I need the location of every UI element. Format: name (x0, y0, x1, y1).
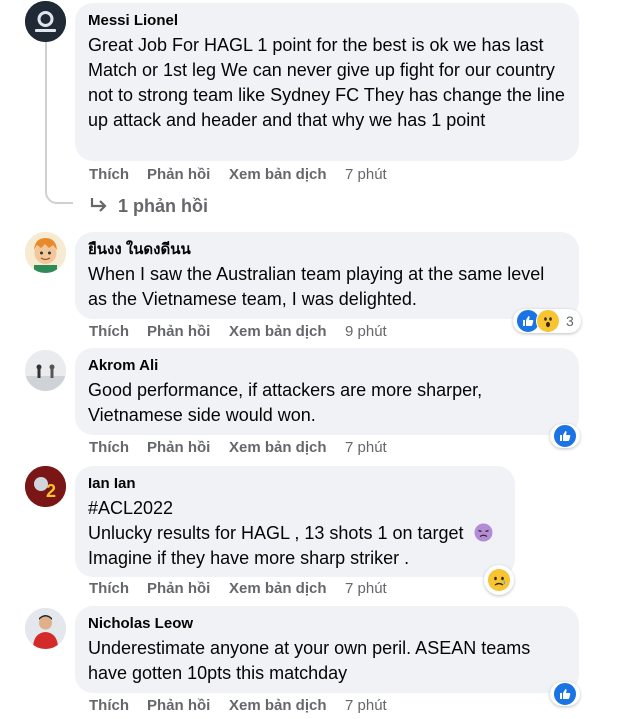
translate-link[interactable]: Xem bản dịch (229, 166, 327, 183)
avatar[interactable] (25, 350, 66, 391)
avatar[interactable] (25, 232, 66, 273)
reaction-summary[interactable] (484, 565, 514, 595)
comment-text-line: Imagine if they have more sharp striker … (88, 548, 410, 568)
like-reaction-icon (553, 682, 577, 706)
tired-emoji-icon (474, 523, 493, 542)
like-link[interactable]: Thích (89, 323, 129, 340)
comment-text: Unlucky results for HAGL , 13 shots 1 on… (88, 521, 503, 546)
comment-author[interactable]: Nicholas Leow (88, 614, 567, 633)
comment-text-line: Unlucky results for HAGL , 13 shots 1 on… (88, 523, 464, 543)
like-reaction-icon (553, 424, 577, 448)
wow-reaction-icon (536, 309, 560, 333)
comment-bubble: Nicholas Leow Underestimate anyone at yo… (75, 606, 579, 693)
comment-author[interactable]: Ian Ian (88, 474, 503, 493)
replies-count: 1 phản hồi (118, 196, 209, 216)
comment-bubble: Akrom Ali Good performance, if attackers… (75, 348, 579, 435)
reply-link[interactable]: Phản hồi (147, 697, 210, 714)
comment-time[interactable]: 7 phút (345, 697, 387, 714)
comment-hashtag[interactable]: #ACL2022 (88, 496, 503, 521)
reaction-summary[interactable] (550, 682, 580, 706)
comment-text: When I saw the Australian team playing a… (88, 264, 545, 309)
comment-time[interactable]: 7 phút (345, 580, 387, 597)
comment-time[interactable]: 7 phút (345, 166, 387, 183)
reaction-summary[interactable] (550, 424, 580, 448)
comment-author[interactable]: ยืนงง ในดงดีนน (88, 240, 567, 259)
comment-time[interactable]: 9 phút (345, 323, 387, 340)
view-replies-link[interactable]: 1 phản hồi (89, 196, 208, 217)
reaction-count: 3 (566, 313, 574, 329)
reply-link[interactable]: Phản hồi (147, 439, 210, 456)
translate-link[interactable]: Xem bản dịch (229, 439, 327, 456)
avatar[interactable] (25, 608, 66, 649)
comment-bubble: Ian Ian #ACL2022 Unlucky results for HAG… (75, 466, 515, 577)
sad-reaction-icon (488, 569, 510, 591)
comment-author[interactable]: Messi Lionel (88, 11, 567, 30)
translate-link[interactable]: Xem bản dịch (229, 323, 327, 340)
reply-arrow-icon (90, 198, 107, 212)
thread-line (45, 42, 47, 192)
reply-link[interactable]: Phản hồi (147, 323, 210, 340)
like-link[interactable]: Thích (89, 697, 129, 714)
thread-connector (45, 186, 73, 204)
like-link[interactable]: Thích (89, 166, 129, 183)
comment-text: Good performance, if attackers are more … (88, 380, 483, 425)
translate-link[interactable]: Xem bản dịch (229, 580, 327, 597)
avatar[interactable] (25, 1, 66, 42)
like-link[interactable]: Thích (89, 439, 129, 456)
translate-link[interactable]: Xem bản dịch (229, 697, 327, 714)
comment-author[interactable]: Akrom Ali (88, 356, 567, 375)
reply-link[interactable]: Phản hồi (147, 166, 210, 183)
reply-link[interactable]: Phản hồi (147, 580, 210, 597)
like-link[interactable]: Thích (89, 580, 129, 597)
comment-bubble: ยืนงง ในดงดีนน When I saw the Australian… (75, 232, 579, 319)
reaction-summary[interactable]: 3 (513, 309, 581, 333)
comment-bubble: Messi Lionel Great Job For HAGL 1 point … (75, 3, 579, 161)
comment-text: Underestimate anyone at your own peril. … (88, 638, 531, 683)
svg-text:2: 2 (46, 481, 56, 501)
avatar[interactable]: 2 (25, 466, 66, 507)
comment-text: Great Job For HAGL 1 point for the best … (88, 35, 565, 130)
comment-time[interactable]: 7 phút (345, 439, 387, 456)
